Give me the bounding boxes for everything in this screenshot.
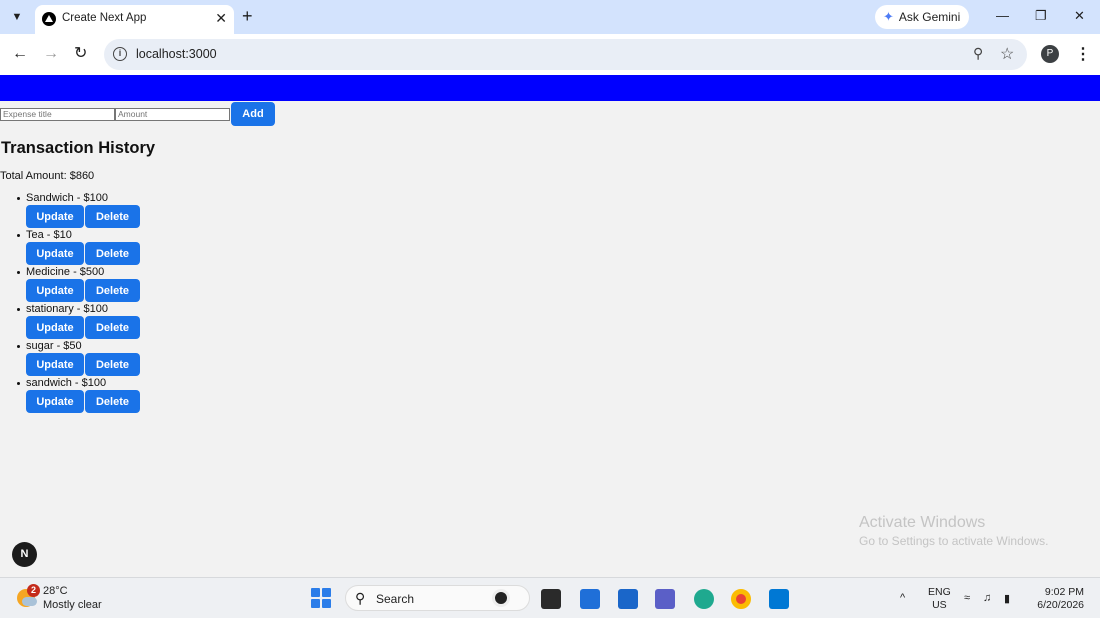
total-amount: Total Amount: $860: [0, 170, 95, 182]
list-item: Sandwich - $100 Update Delete: [0, 192, 300, 229]
bullet-icon: [17, 271, 20, 274]
bookmark-star-icon[interactable]: ☆: [1000, 44, 1014, 64]
window-close-icon[interactable]: ✕: [1074, 8, 1085, 24]
amount-input[interactable]: [115, 107, 230, 121]
bullet-icon: [17, 382, 20, 385]
delete-button[interactable]: Delete: [85, 390, 140, 413]
delete-button[interactable]: Delete: [85, 242, 140, 265]
clock-date: 6/20/2026: [1037, 599, 1084, 611]
url-text[interactable]: localhost:3000: [136, 47, 217, 61]
list-item: sugar - $50 Update Delete: [0, 340, 300, 377]
back-arrow-icon[interactable]: ←: [12, 45, 28, 63]
reload-icon[interactable]: ↻: [74, 45, 87, 63]
vscode-icon[interactable]: [769, 589, 789, 609]
add-button[interactable]: Add: [231, 102, 275, 126]
volume-icon[interactable]: ♫: [983, 592, 991, 604]
bullet-icon: [17, 308, 20, 311]
transaction-list: Sandwich - $100 Update Delete Tea - $10 …: [0, 192, 300, 414]
delete-button[interactable]: Delete: [85, 316, 140, 339]
weather-temperature[interactable]: 28°C: [43, 585, 68, 597]
delete-button[interactable]: Delete: [85, 279, 140, 302]
gemini-sparkle-icon: ✦: [883, 9, 894, 24]
activation-watermark: Activate Windows Go to Settings to activ…: [859, 514, 1048, 548]
update-button[interactable]: Update: [26, 316, 84, 339]
expense-title-input[interactable]: [0, 107, 115, 121]
profile-avatar[interactable]: P: [1041, 45, 1059, 63]
page-viewport: Add Transaction History Total Amount: $8…: [0, 75, 1100, 577]
transaction-label: Sandwich - $100: [26, 192, 108, 204]
taskbar: 2 28°C Mostly clear ⚲ Search ^ ENG US ≈ …: [0, 577, 1100, 618]
page-title: Transaction History: [1, 139, 156, 157]
edge-icon[interactable]: [694, 589, 714, 609]
microsoft-store-icon[interactable]: [580, 589, 600, 609]
chrome-icon[interactable]: [731, 589, 751, 609]
clock[interactable]: 9:02 PM 6/20/2026: [1034, 586, 1084, 612]
windows-start-icon[interactable]: [311, 588, 331, 608]
watermark-title: Activate Windows: [859, 514, 986, 531]
update-button[interactable]: Update: [26, 242, 84, 265]
transaction-label: sugar - $50: [26, 340, 82, 352]
nextjs-favicon-icon: [42, 12, 56, 26]
address-bar[interactable]: i localhost:3000 ⚲ ☆: [104, 39, 1027, 70]
transaction-label: sandwich - $100: [26, 377, 107, 389]
clock-time: 9:02 PM: [1044, 586, 1084, 598]
outlook-icon[interactable]: [618, 589, 638, 609]
teams-icon[interactable]: [655, 589, 675, 609]
site-info-icon[interactable]: i: [113, 47, 127, 61]
transaction-label: stationary - $100: [26, 303, 108, 315]
update-button[interactable]: Update: [26, 205, 84, 228]
browser-toolbar: ← → ↻ i localhost:3000 ⚲ ☆: [0, 34, 1100, 75]
battery-icon[interactable]: ▮: [1004, 592, 1010, 605]
update-button[interactable]: Update: [26, 279, 84, 302]
minimize-icon[interactable]: —: [996, 8, 1009, 23]
header-bar: [0, 75, 1100, 101]
watermark-subtitle: Go to Settings to activate Windows.: [859, 534, 1049, 548]
list-item: Tea - $10 Update Delete: [0, 229, 300, 266]
language-indicator[interactable]: ENG US: [928, 586, 951, 612]
update-button[interactable]: Update: [26, 353, 84, 376]
weather-notification-badge: 2: [27, 584, 40, 597]
language-code: ENG: [928, 586, 951, 598]
list-item: sandwich - $100 Update Delete: [0, 377, 300, 414]
browser-menu-icon[interactable]: ⋮: [1075, 44, 1091, 64]
nextjs-dev-indicator[interactable]: N: [12, 542, 37, 567]
tab-search-chevron-icon[interactable]: ▼: [6, 6, 28, 28]
bullet-icon: [17, 345, 20, 348]
transaction-label: Tea - $10: [26, 229, 72, 241]
show-hidden-icons-chevron-icon[interactable]: ^: [900, 592, 905, 604]
expense-form: Add: [0, 102, 275, 126]
tab-close-icon[interactable]: ✕: [215, 10, 227, 27]
ask-gemini-button[interactable]: ✦ Ask Gemini: [875, 5, 969, 29]
zoom-magnifier-icon[interactable]: ⚲: [973, 45, 983, 62]
bullet-icon: [17, 234, 20, 237]
browser-tab[interactable]: Create Next App ✕: [35, 5, 234, 34]
restore-icon[interactable]: ❐: [1035, 8, 1047, 24]
list-item: stationary - $100 Update Delete: [0, 303, 300, 340]
delete-button[interactable]: Delete: [85, 353, 140, 376]
wifi-icon[interactable]: ≈: [964, 592, 970, 604]
region-code: US: [932, 599, 947, 611]
delete-button[interactable]: Delete: [85, 205, 140, 228]
tab-title: Create Next App: [62, 12, 147, 24]
task-view-icon[interactable]: [541, 589, 561, 609]
update-button[interactable]: Update: [26, 390, 84, 413]
tab-strip: ▼ Create Next App ✕ + ✦ Ask Gemini — ❐ ✕: [0, 0, 1100, 34]
list-item: Medicine - $500 Update Delete: [0, 266, 300, 303]
soccer-ball-icon: [492, 589, 510, 607]
search-icon: ⚲: [355, 590, 366, 606]
new-tab-plus-icon[interactable]: +: [242, 7, 253, 25]
search-label: Search: [376, 592, 415, 606]
forward-arrow-icon[interactable]: →: [43, 45, 59, 63]
taskbar-search[interactable]: ⚲ Search: [345, 585, 530, 611]
ask-gemini-label: Ask Gemini: [898, 10, 961, 24]
weather-condition[interactable]: Mostly clear: [43, 599, 102, 611]
bullet-icon: [17, 197, 20, 200]
transaction-label: Medicine - $500: [26, 266, 105, 278]
